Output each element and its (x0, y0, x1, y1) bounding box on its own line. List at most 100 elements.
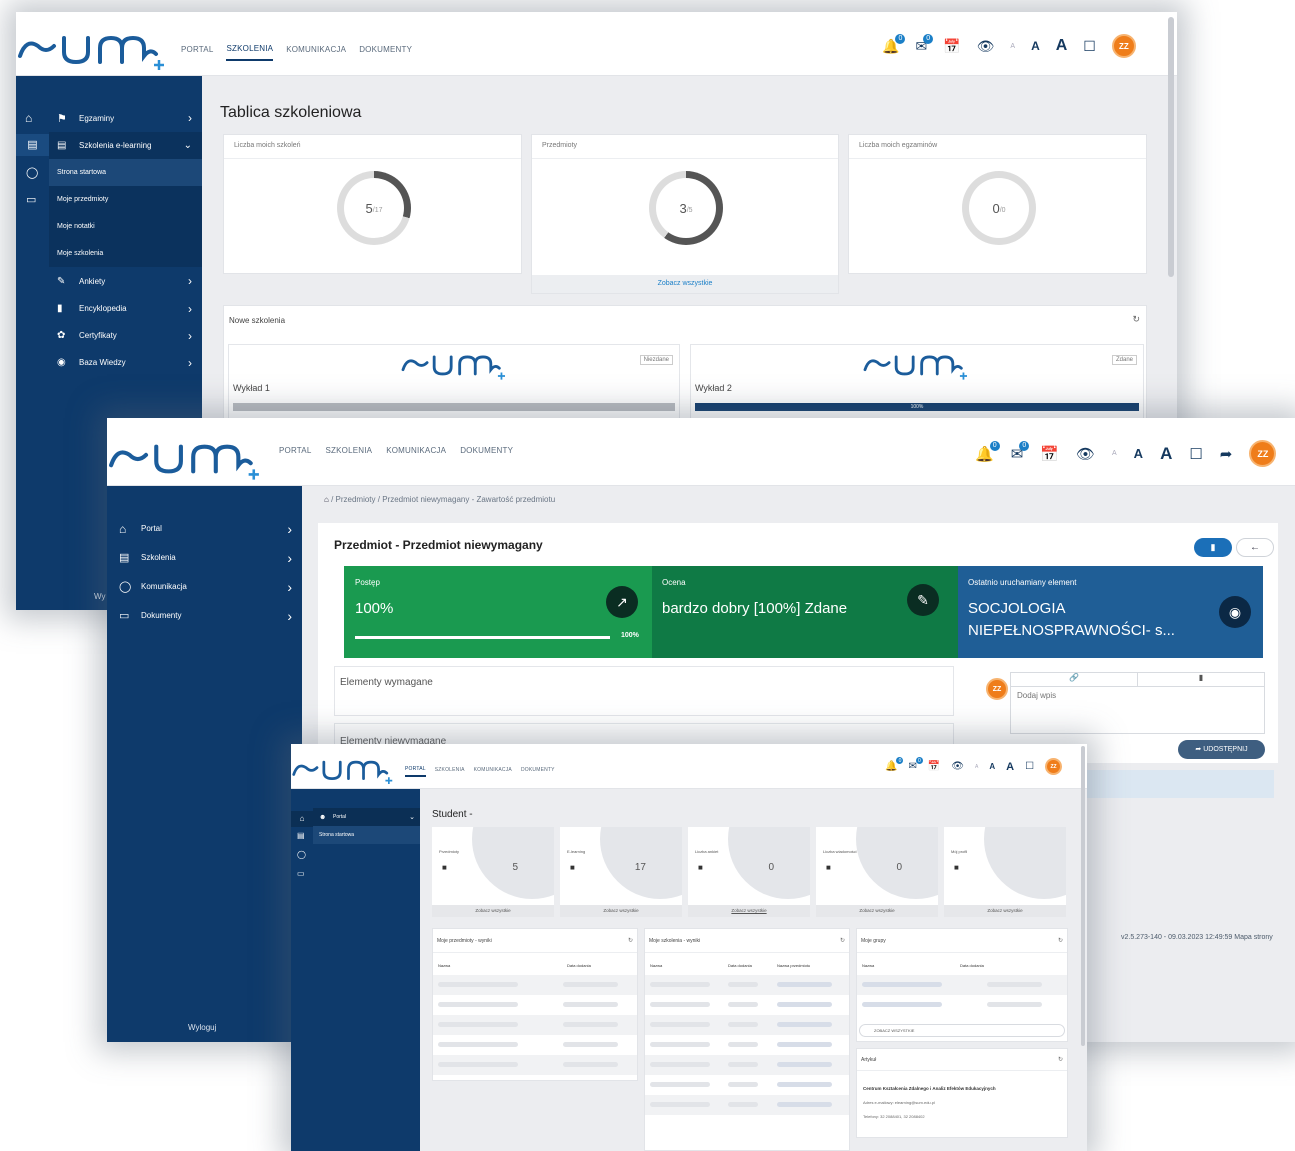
table-row[interactable] (433, 1055, 637, 1075)
refresh-icon[interactable]: ↻ (840, 937, 845, 944)
eye-icon[interactable]: 👁 (1076, 445, 1095, 463)
sidebar-subitem-strona-startowa[interactable]: Strona startowa (313, 826, 420, 844)
table-row[interactable] (645, 1015, 849, 1035)
sidebar-item-komunikacja[interactable]: ◯ Komunikacja › (107, 572, 302, 601)
calendar-icon[interactable]: 📅 (928, 761, 940, 772)
nav-portal[interactable]: PORTAL (181, 45, 213, 54)
font-large-button[interactable]: A (1160, 444, 1172, 464)
table-row[interactable] (433, 995, 637, 1015)
eye-icon[interactable]: 👁 (951, 761, 964, 772)
font-medium-button[interactable]: A (989, 762, 995, 771)
home-icon[interactable]: ⌂ (25, 111, 32, 125)
table-row[interactable] (645, 975, 849, 995)
table-row[interactable] (433, 1015, 637, 1035)
nav-komunikacja[interactable]: KOMUNIKACJA (386, 446, 446, 455)
nav-komunikacja[interactable]: KOMUNIKACJA (474, 767, 512, 773)
sidebar-subitem-moje-przedmioty[interactable]: Moje przedmioty (49, 186, 202, 213)
sidebar-subitem-moje-szkolenia[interactable]: Moje szkolenia (49, 240, 202, 267)
laptop-icon[interactable]: ▤ (297, 831, 305, 840)
folder-icon[interactable]: ▭ (26, 193, 36, 206)
font-medium-button[interactable]: A (1031, 39, 1040, 53)
refresh-icon[interactable]: ↻ (1058, 937, 1063, 944)
see-all-link[interactable]: Zobacz wszystkie (816, 908, 938, 913)
sidebar-item-portal[interactable]: ⌂ Portal › (107, 514, 302, 543)
font-small-button[interactable]: A (975, 764, 978, 770)
back-button[interactable]: ← (1236, 538, 1274, 557)
file-icon[interactable]: ▮ (1138, 673, 1264, 687)
sidebar-item-encyklopedia[interactable]: ▮ Encyklopedia › (49, 295, 202, 322)
avatar[interactable]: ZZ (1045, 758, 1063, 775)
refresh-icon[interactable]: ↻ (628, 937, 633, 944)
table-row[interactable] (857, 995, 1067, 1015)
bell-icon[interactable]: 🔔 0 (975, 440, 1000, 463)
table-row[interactable] (645, 1075, 849, 1095)
calendar-icon[interactable]: 📅 (1040, 445, 1059, 463)
avatar[interactable]: ZZ (1249, 440, 1277, 467)
logout-partial[interactable]: Wy (94, 592, 105, 601)
tile-value[interactable]: SOCJOLOGIA NIEPEŁNOSPRAWNOŚCI- s... (968, 598, 1188, 642)
bookmark-icon[interactable]: ☐ (1189, 445, 1202, 463)
font-small-button[interactable]: A (1112, 450, 1117, 457)
nav-szkolenia[interactable]: SZKOLENIA (226, 44, 274, 61)
scrollbar[interactable] (1081, 746, 1085, 1046)
sidebar-item-certyfikaty[interactable]: ✿ Certyfikaty › (49, 322, 202, 349)
sum-logo[interactable] (16, 24, 168, 72)
link-icon[interactable]: 🔗 (1011, 673, 1138, 687)
logout-link[interactable]: Wyloguj (188, 1023, 216, 1032)
bookmark-icon[interactable]: ☐ (1083, 38, 1096, 55)
envelope-icon[interactable]: ✉ 0 (915, 33, 934, 55)
see-all-link[interactable]: Zobacz wszystkie (944, 908, 1066, 913)
nav-dokumenty[interactable]: DOKUMENTY (460, 446, 513, 455)
nav-dokumenty[interactable]: DOKUMENTY (359, 45, 412, 54)
chart-icon[interactable]: ↗ (606, 586, 638, 618)
font-small-button[interactable]: A (1010, 43, 1015, 50)
sidebar-item-portal[interactable]: ☻ Portal ⌄ (313, 808, 420, 826)
font-large-button[interactable]: A (1056, 37, 1068, 55)
laptop-icon[interactable]: ▤ (16, 134, 49, 156)
eye-icon[interactable]: 👁 (977, 38, 995, 55)
bell-icon[interactable]: 🔔 0 (885, 757, 904, 772)
table-row[interactable] (433, 1035, 637, 1055)
avatar[interactable]: ZZ (1111, 34, 1136, 58)
see-all-link[interactable]: Zobacz wszystkie (688, 908, 810, 913)
refresh-icon[interactable]: ↻ (1132, 314, 1140, 325)
bell-icon[interactable]: 🔔 0 (882, 33, 906, 55)
see-all-link[interactable]: Zobacz wszystkie (432, 908, 554, 913)
edit-icon[interactable]: ✎ (907, 584, 939, 616)
share-icon[interactable]: ➦ (1220, 445, 1233, 463)
table-row[interactable] (645, 1055, 849, 1075)
sidebar-item-szkolenia[interactable]: ▤ Szkolenia › (107, 543, 302, 572)
table-row[interactable] (645, 1035, 849, 1055)
table-row[interactable] (857, 975, 1067, 995)
see-all-link[interactable]: Zobacz wszystkie (560, 908, 682, 913)
nav-portal[interactable]: PORTAL (405, 766, 426, 777)
bookmark-icon[interactable]: ☐ (1025, 761, 1034, 772)
font-medium-button[interactable]: A (1134, 446, 1143, 461)
calendar-icon[interactable]: 📅 (943, 38, 960, 55)
nav-szkolenia[interactable]: SZKOLENIA (435, 767, 465, 773)
sidebar-item-szkolenia-elearning[interactable]: ▤ Szkolenia e-learning ⌄ (49, 132, 202, 159)
see-all-button[interactable]: ZOBACZ WSZYSTKIE (859, 1024, 1065, 1037)
chat-icon[interactable]: ◯ (297, 850, 306, 859)
comment-input[interactable] (1011, 687, 1264, 733)
sum-logo[interactable] (291, 752, 395, 786)
see-all-link[interactable]: Zobacz wszystkie (532, 280, 838, 287)
sidebar-subitem-strona-startowa[interactable]: Strona startowa (49, 159, 202, 186)
sidebar-subitem-moje-notatki[interactable]: Moje notatki (49, 213, 202, 240)
folder-icon[interactable]: ▭ (297, 869, 305, 878)
nav-szkolenia[interactable]: SZKOLENIA (325, 446, 372, 455)
section-required[interactable]: Elementy wymagane (334, 666, 954, 716)
table-row[interactable] (645, 1095, 849, 1115)
sidebar-item-baza-wiedzy[interactable]: ◉ Baza Wiedzy › (49, 349, 202, 376)
refresh-icon[interactable]: ↻ (1058, 1056, 1063, 1063)
nav-dokumenty[interactable]: DOKUMENTY (521, 767, 555, 773)
eye-icon[interactable]: ◉ (1219, 596, 1251, 628)
sum-logo[interactable] (107, 432, 263, 482)
home-icon[interactable]: ⌂ (291, 811, 313, 827)
chat-icon[interactable]: ◯ (26, 166, 38, 179)
scrollbar[interactable] (1168, 17, 1174, 277)
envelope-icon[interactable]: ✉ 0 (908, 757, 923, 772)
breadcrumb-item[interactable]: Przedmioty (336, 495, 376, 504)
nav-portal[interactable]: PORTAL (279, 446, 311, 455)
font-large-button[interactable]: A (1006, 761, 1014, 773)
